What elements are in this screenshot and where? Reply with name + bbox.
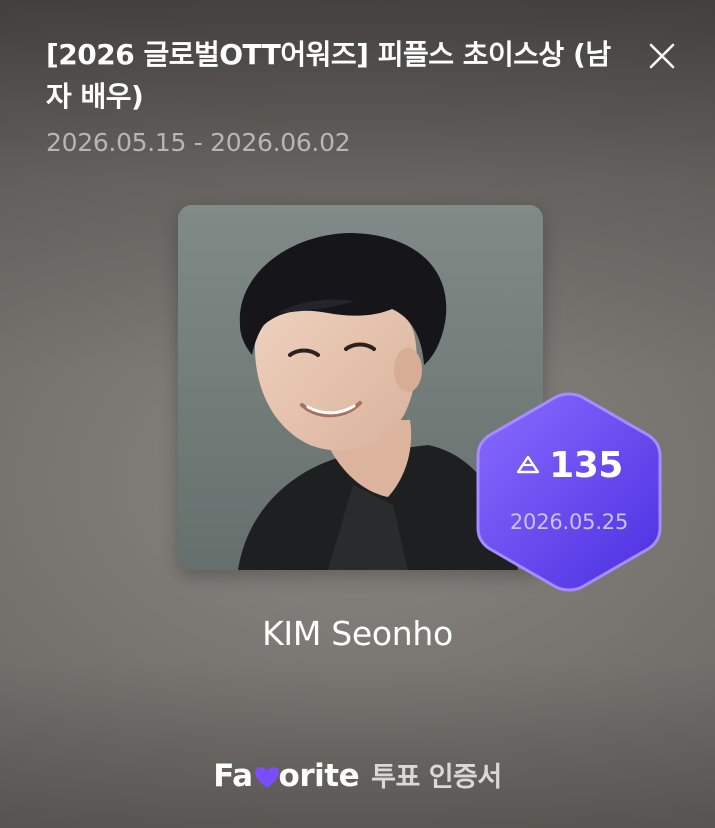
poll-title: [2026 글로벌OTT어워즈] 피플스 초이스상 (남자 배우) <box>46 38 611 113</box>
vote-date: 2026.05.25 <box>509 510 629 534</box>
brand-prefix: Fa <box>213 758 253 794</box>
brand-suffix: orite <box>278 758 360 794</box>
heart-icon <box>254 767 279 788</box>
vote-icon <box>515 453 541 479</box>
poll-period: 2026.05.15 - 2026.06.02 <box>46 128 351 157</box>
vote-certificate-screen: [2026 글로벌OTT어워즈] 피플스 초이스상 (남자 배우) 2026.0… <box>0 0 715 828</box>
vote-badge: 135 2026.05.25 <box>470 388 668 596</box>
brand-logo: Fa orite <box>213 758 359 794</box>
close-icon <box>640 34 684 78</box>
vote-count-row: 135 <box>470 448 668 484</box>
close-button[interactable] <box>640 34 684 78</box>
artist-name: KIM Seonho <box>262 614 453 653</box>
footer: Fa orite 투표 인증서 <box>0 755 715 794</box>
certificate-label: 투표 인증서 <box>371 762 502 793</box>
vote-count: 135 <box>549 445 623 486</box>
